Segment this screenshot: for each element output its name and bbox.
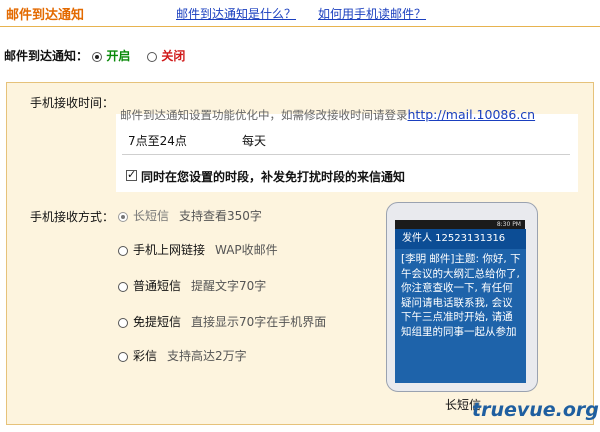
receive-time-hint: 邮件到达通知设置功能优化中，如需修改接收时间请登录http://mail.100…: [120, 107, 535, 123]
method-desc: WAP收邮件: [215, 243, 278, 257]
method-name: 彩信: [133, 349, 158, 363]
method-option-normal-sms[interactable]: 普通短信 提醒文字70字: [118, 277, 266, 294]
phone-sender: 发件人 12523131316: [395, 229, 526, 249]
resend-checkbox[interactable]: [126, 168, 137, 181]
method-desc: 提醒文字70字: [191, 279, 267, 293]
phone-message: [李明 邮件]主题: 你好, 下午会议的大纲汇总给你了, 你注意查收一下, 有任…: [401, 253, 521, 338]
receive-time-separator: [122, 154, 570, 155]
method-option-long-sms[interactable]: 长短信 支持查看350字: [118, 207, 262, 224]
days-value: 每天: [242, 134, 267, 148]
watermark-text: truevue.org: [472, 399, 599, 421]
method-radio-long-sms[interactable]: [118, 211, 128, 222]
method-radio-mms[interactable]: [118, 351, 128, 362]
method-radio-handsfree-sms[interactable]: [118, 317, 128, 328]
method-name: 长短信: [133, 209, 170, 223]
page-title: 邮件到达通知: [6, 8, 85, 23]
receive-time-hint-text: 邮件到达通知设置功能优化中，如需修改接收时间请登录: [120, 108, 408, 122]
method-name: 免提短信: [133, 315, 182, 329]
status-on-radio[interactable]: [92, 51, 103, 62]
method-desc: 支持高达2万字: [167, 349, 247, 363]
phone-screen: 发件人 12523131316 [李明 邮件]主题: 你好, 下午会议的大纲汇总…: [395, 229, 526, 383]
notification-status-label: 邮件到达通知：: [4, 49, 89, 63]
what-is-notification-link[interactable]: 邮件到达通知是什么？: [176, 5, 296, 22]
receive-time-label: 手机接收时间：: [30, 96, 115, 110]
mail-10086-link[interactable]: http://mail.10086.cn: [408, 107, 536, 122]
phone-status-bar: 8:30 PM: [395, 220, 525, 229]
phone-status-time: 8:30 PM: [496, 221, 521, 228]
notification-status-row: 邮件到达通知： 开启 关闭: [4, 47, 185, 64]
time-range-value: 7点至24点: [128, 134, 187, 148]
method-option-mms[interactable]: 彩信 支持高达2万字: [118, 347, 247, 364]
method-radio-wap-link[interactable]: [118, 245, 128, 256]
status-off-radio[interactable]: [147, 51, 158, 62]
how-to-read-mail-link[interactable]: 如何用手机读邮件？: [318, 5, 426, 22]
method-desc: 支持查看350字: [179, 209, 262, 223]
status-off-label[interactable]: 关闭: [161, 49, 185, 63]
status-on-label[interactable]: 开启: [106, 49, 130, 63]
header-divider: [0, 26, 600, 27]
method-desc: 直接显示70字在手机界面: [191, 315, 327, 329]
resend-checkbox-label[interactable]: 同时在您设置的时段，补发免打扰时段的来信通知: [141, 168, 405, 185]
method-option-wap-link[interactable]: 手机上网链接 WAP收邮件: [118, 241, 278, 258]
method-name: 普通短信: [133, 279, 182, 293]
method-name: 手机上网链接: [133, 243, 206, 257]
method-radio-normal-sms[interactable]: [118, 281, 128, 292]
receive-method-label: 手机接收方式：: [30, 210, 115, 224]
method-option-handsfree-sms[interactable]: 免提短信 直接显示70字在手机界面: [118, 313, 326, 330]
